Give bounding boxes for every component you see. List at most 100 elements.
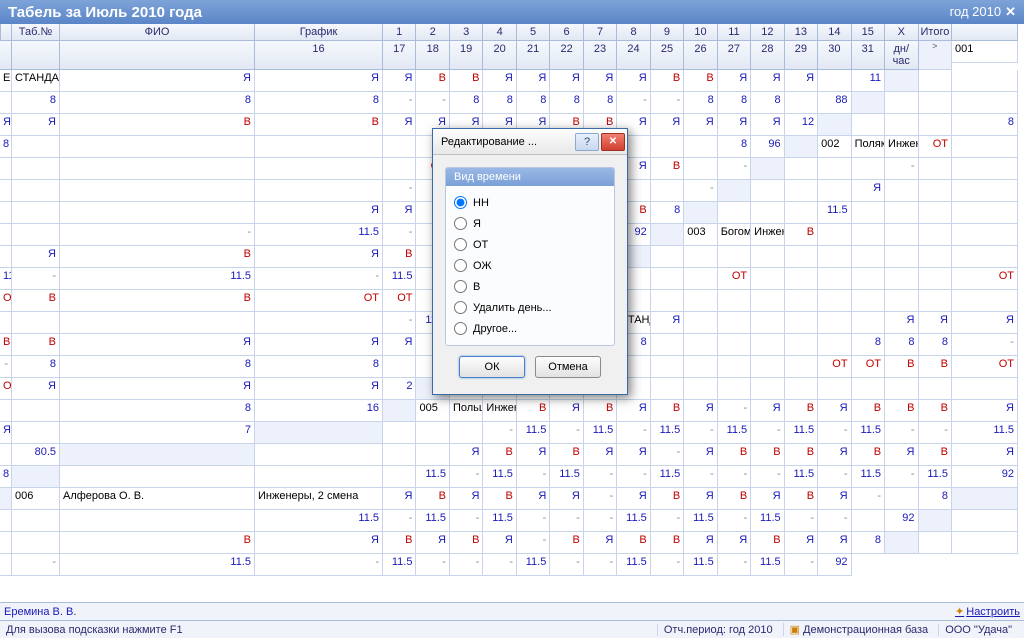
day-cell[interactable]: Я <box>751 114 784 136</box>
cancel-button[interactable]: Отмена <box>535 356 601 378</box>
day-cell[interactable]: 11.5 <box>60 268 255 290</box>
day-cell[interactable]: 11.5 <box>416 466 449 488</box>
col-day-17[interactable]: 17 <box>383 41 416 70</box>
day-cell[interactable]: Я <box>550 488 583 510</box>
day-cell[interactable]: 11.5 <box>483 466 516 488</box>
day-cell[interactable]: 11.5 <box>517 554 550 576</box>
day-cell[interactable]: В <box>550 532 583 554</box>
day-cell[interactable]: Я <box>584 70 617 92</box>
cell-schedule[interactable]: Инженеры, 1 смена <box>885 136 918 158</box>
day-cell[interactable]: В <box>12 290 60 312</box>
col-day-30[interactable]: 30 <box>818 41 851 70</box>
col-day-19[interactable]: 19 <box>450 41 483 70</box>
total-cell[interactable]: 12 <box>785 114 818 136</box>
day-cell[interactable]: - <box>483 554 516 576</box>
day-cell[interactable]: Я <box>450 444 483 466</box>
day-cell[interactable] <box>919 378 952 400</box>
day-cell[interactable]: 8 <box>584 92 617 114</box>
day-cell[interactable] <box>718 334 751 356</box>
day-cell[interactable] <box>885 290 918 312</box>
day-cell[interactable]: ОТ <box>0 290 12 312</box>
col-day-9[interactable]: 9 <box>651 24 684 41</box>
day-cell[interactable]: 11.5 <box>785 466 818 488</box>
day-cell[interactable] <box>12 136 60 158</box>
day-cell[interactable] <box>818 268 851 290</box>
day-cell[interactable]: В <box>255 114 383 136</box>
day-cell[interactable] <box>785 378 818 400</box>
day-cell[interactable]: 11.5 <box>60 554 255 576</box>
day-cell[interactable]: - <box>416 92 449 114</box>
col-day-29[interactable]: 29 <box>785 41 818 70</box>
col-day-14[interactable]: 14 <box>818 24 851 41</box>
col-day-25[interactable]: 25 <box>651 41 684 70</box>
day-cell[interactable]: В <box>383 246 416 268</box>
day-cell[interactable]: - <box>584 554 617 576</box>
day-cell[interactable]: - <box>885 422 918 444</box>
col-day-24[interactable]: 24 <box>617 41 650 70</box>
radio-input[interactable] <box>454 322 467 335</box>
cell-schedule[interactable]: Инженеры, 1 смена <box>483 400 516 422</box>
day-cell[interactable]: Я <box>651 114 684 136</box>
day-cell[interactable] <box>919 180 952 202</box>
day-cell[interactable]: Я <box>517 444 550 466</box>
radio-[interactable]: ОТ <box>454 234 606 255</box>
radio-input[interactable] <box>454 280 467 293</box>
day-cell[interactable] <box>919 158 952 180</box>
day-cell[interactable]: В <box>584 400 617 422</box>
day-cell[interactable] <box>0 158 12 180</box>
day-cell[interactable]: 11.5 <box>483 510 516 532</box>
day-cell[interactable]: ОТ <box>952 268 1018 290</box>
cell-tabno[interactable]: 003 <box>684 224 717 246</box>
day-cell[interactable]: Я <box>60 70 255 92</box>
day-cell[interactable]: Я <box>818 488 851 510</box>
cell-tabno[interactable]: 005 <box>416 400 449 422</box>
day-cell[interactable]: - <box>517 466 550 488</box>
day-cell[interactable] <box>818 312 851 334</box>
radio-[interactable]: В <box>454 276 606 297</box>
day-cell[interactable]: В <box>919 400 952 422</box>
total-cell[interactable]: 92 <box>885 510 918 532</box>
day-cell[interactable]: ОТ <box>718 268 751 290</box>
day-cell[interactable]: В <box>651 158 684 180</box>
total-cell[interactable]: 8 <box>852 532 885 554</box>
day-cell[interactable]: 11.5 <box>718 422 751 444</box>
day-cell[interactable]: Я <box>651 312 684 334</box>
day-cell[interactable]: Я <box>952 400 1018 422</box>
day-cell[interactable]: - <box>651 444 684 466</box>
day-cell[interactable]: - <box>383 180 416 202</box>
day-cell[interactable] <box>12 180 60 202</box>
total-cell[interactable]: 7 <box>60 422 255 444</box>
day-cell[interactable]: 8 <box>919 334 952 356</box>
row-indicator[interactable]: > <box>919 41 952 70</box>
day-cell[interactable]: 8 <box>12 92 60 114</box>
col-day-6[interactable]: 6 <box>550 24 583 41</box>
day-cell[interactable]: Я <box>751 70 784 92</box>
total-cell[interactable]: - <box>718 158 751 180</box>
day-cell[interactable]: - <box>818 466 851 488</box>
day-cell[interactable]: В <box>60 114 255 136</box>
cell-fio[interactable]: Еремина В. В. <box>0 70 12 92</box>
day-cell[interactable]: Я <box>584 444 617 466</box>
day-cell[interactable]: ОТ <box>852 356 885 378</box>
day-cell[interactable] <box>0 224 12 246</box>
day-cell[interactable]: Я <box>684 114 717 136</box>
day-cell[interactable] <box>255 312 383 334</box>
cell-tabno[interactable]: 002 <box>818 136 851 158</box>
day-cell[interactable]: В <box>0 334 12 356</box>
day-cell[interactable]: Я <box>517 70 550 92</box>
day-cell[interactable]: В <box>852 400 885 422</box>
day-cell[interactable] <box>383 356 416 378</box>
day-cell[interactable] <box>751 290 784 312</box>
day-cell[interactable]: Я <box>483 532 516 554</box>
row-indicator[interactable] <box>383 400 416 422</box>
day-cell[interactable]: В <box>885 356 918 378</box>
day-cell[interactable]: Я <box>12 246 60 268</box>
col-day-5[interactable]: 5 <box>517 24 550 41</box>
day-cell[interactable]: - <box>383 510 416 532</box>
day-cell[interactable]: В <box>483 444 516 466</box>
day-cell[interactable] <box>852 510 885 532</box>
day-cell[interactable]: 11.5 <box>517 422 550 444</box>
day-cell[interactable] <box>12 202 60 224</box>
day-cell[interactable]: Я <box>255 202 383 224</box>
day-cell[interactable]: - <box>651 510 684 532</box>
